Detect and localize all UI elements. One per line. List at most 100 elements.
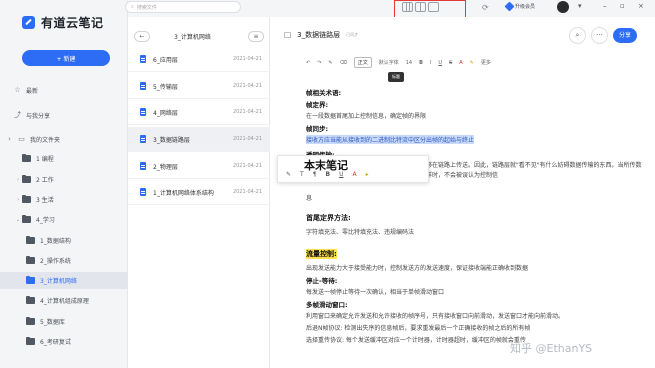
folder-icon: [22, 174, 31, 183]
folder-item[interactable]: › 2 工作: [0, 171, 128, 188]
font-select[interactable]: 默认字体: [379, 59, 399, 66]
new-button[interactable]: + 新建: [22, 50, 110, 66]
floating-tools: ✎ T ¶ B U A ▸: [286, 171, 369, 178]
note-name: 2_物理层: [153, 163, 178, 171]
editor: ☐ 3_数据链路层 已同步 ⌕ ··· 分享 ↶ ↷ ✎ ⌫ 正文 默认字体 1…: [270, 17, 655, 368]
strikethrough-icon[interactable]: S: [449, 60, 452, 66]
folder-label: 6_考研复试: [40, 339, 71, 346]
text-line: 帧相关术语:: [306, 89, 342, 97]
note-date: 2021-04-21: [232, 83, 262, 89]
avatar[interactable]: [557, 1, 569, 13]
document-outline-icon: ☐: [284, 30, 292, 40]
folder-label: 2_操作系统: [40, 258, 71, 265]
highlight-color-icon[interactable]: ✎: [470, 60, 474, 66]
underline-icon[interactable]: U: [438, 60, 442, 66]
font-size-select[interactable]: 14: [406, 60, 412, 66]
note-list: ← 3_计算机网络 ≡ 6_应用层 2021-04-21 5_传输层 2021-…: [128, 17, 270, 368]
folder-item[interactable]: 5_数据库: [0, 313, 128, 330]
text-line: 选择重传协议: 每个发送缓冲区对应一个计时器，计时器超时，缓冲区的帧就会重传: [306, 337, 526, 344]
note-row[interactable]: 5_传输层 2021-04-21: [128, 74, 270, 99]
watermark: 知乎 @EthanYS: [510, 342, 593, 355]
document-icon: [140, 162, 146, 170]
folder-icon: [26, 235, 35, 244]
format-painter-icon[interactable]: ✎: [328, 60, 332, 66]
close-icon[interactable]: ×: [638, 2, 644, 10]
note-name: 3_数据链路层: [153, 136, 190, 144]
folder-item[interactable]: 4_计算机组成原理: [0, 292, 128, 309]
search-button[interactable]: ⌕: [569, 27, 586, 44]
clock-icon: ☆: [14, 85, 21, 94]
folder-item[interactable]: 1_数据结构: [0, 232, 128, 249]
editor-title[interactable]: 3_数据链路层: [297, 30, 340, 40]
text-line: 帧同步:: [306, 125, 329, 133]
text-line: 首尾定界方法:: [306, 214, 351, 222]
folder-item-active[interactable]: 3_计算机网络: [0, 272, 128, 289]
folder-label: 2 工作: [36, 177, 54, 184]
note-name: 6_应用层: [153, 56, 178, 64]
pen-icon[interactable]: ✎: [286, 171, 291, 178]
top-bar: ⌕ 搜索文件: [125, 0, 655, 17]
note-row[interactable]: 4_网络层 2021-04-21: [128, 100, 270, 125]
back-button[interactable]: ←: [134, 30, 150, 42]
underline-icon[interactable]: U: [339, 171, 343, 178]
editor-actions: ⌕ ··· 分享: [569, 27, 637, 44]
text-icon[interactable]: T: [300, 171, 304, 178]
folder-icon: [22, 153, 31, 162]
bold-icon[interactable]: B: [326, 171, 331, 178]
floating-format-bar: 本末笔记 ✎ T ¶ B U A ▸: [277, 155, 429, 183]
share-button[interactable]: 分享: [613, 28, 637, 43]
more-options[interactable]: 更多: [481, 59, 491, 66]
minimize-icon[interactable]: –: [603, 2, 607, 10]
redo-icon[interactable]: ↷: [317, 60, 321, 66]
font-color-icon[interactable]: A: [353, 171, 357, 178]
note-row[interactable]: 6_应用层 2021-04-21: [128, 47, 270, 72]
note-row-active[interactable]: 3_数据链路层 2021-04-21: [128, 127, 270, 152]
undo-icon[interactable]: ↶: [306, 60, 310, 66]
note-list-title: 3_计算机网络: [174, 33, 211, 41]
chevron-down-icon: ›: [8, 134, 11, 143]
folder-item[interactable]: ⌄ 4_学习: [0, 211, 128, 228]
font-color-icon[interactable]: A: [459, 60, 462, 66]
more-button[interactable]: ···: [591, 27, 608, 44]
note-row[interactable]: 1_计算机网络体系结构 2021-04-21: [128, 180, 270, 205]
highlighted-heading: 流量控制:: [306, 249, 337, 259]
note-row[interactable]: 2_物理层 2021-04-21: [128, 154, 270, 179]
folder-item[interactable]: 2_操作系统: [0, 252, 128, 269]
text-line: 利用窗口来确定允许发送和允许接收的帧序号，只有接收窗口向前滑动，发送窗口才能向前…: [306, 313, 565, 320]
bold-icon[interactable]: B: [419, 60, 423, 66]
folder-label: 4_学习: [36, 217, 55, 224]
folder-item[interactable]: 6_考研复试: [0, 333, 128, 350]
selected-text-line: 接收方应当能从接收到的二进制比特流中区分出帧的起始与终止: [306, 135, 475, 144]
logo-icon: [22, 16, 35, 29]
search-placeholder: 搜索文件: [136, 4, 157, 11]
note-name: 5_传输层: [153, 83, 178, 91]
sort-button[interactable]: ≡: [248, 30, 264, 42]
sidebar: 有道云笔记 + 新建 ☆ 最新 ⤴ 与我分享 › ▭ 我的文件夹 1 编程 › …: [0, 0, 128, 368]
app-logo: 有道云笔记: [22, 14, 104, 31]
document-icon: [140, 188, 146, 196]
text-line: 帧定界:: [306, 101, 329, 109]
text-line: 在一段数据首尾加上控制信息，确定帧的界限: [306, 113, 427, 120]
paragraph-style-select[interactable]: 正文: [353, 57, 372, 68]
note-name: 4_网络层: [153, 109, 178, 117]
vip-button[interactable]: 升级会员: [504, 1, 535, 12]
nav-my-folders[interactable]: › ▭ 我的文件夹: [6, 133, 60, 145]
nav-recent[interactable]: ☆ 最新: [14, 84, 38, 96]
highlight-color-icon[interactable]: ▸: [366, 171, 369, 178]
search-input[interactable]: ⌕ 搜索文件: [125, 1, 241, 13]
folder-icon: ▭: [18, 134, 25, 143]
italic-icon[interactable]: I: [430, 60, 431, 66]
folder-icon: [26, 336, 35, 345]
clear-format-icon[interactable]: ⌫: [340, 60, 347, 66]
nav-shared[interactable]: ⤴ 与我分享: [14, 109, 50, 121]
chevron-right-icon: ›: [17, 176, 19, 183]
nav-shared-label: 与我分享: [26, 112, 51, 120]
folder-item[interactable]: 1 编程: [0, 150, 128, 167]
dropdown-icon[interactable]: ▾: [578, 2, 582, 10]
maximize-icon[interactable]: ▫: [620, 2, 625, 10]
refresh-icon[interactable]: ⟳: [482, 3, 489, 12]
paragraph-icon[interactable]: ¶: [313, 171, 317, 178]
folder-item[interactable]: › 3 生活: [0, 191, 128, 208]
note-date: 2021-04-21: [232, 56, 262, 62]
text-line: 多帧滑动窗口:: [306, 301, 348, 309]
